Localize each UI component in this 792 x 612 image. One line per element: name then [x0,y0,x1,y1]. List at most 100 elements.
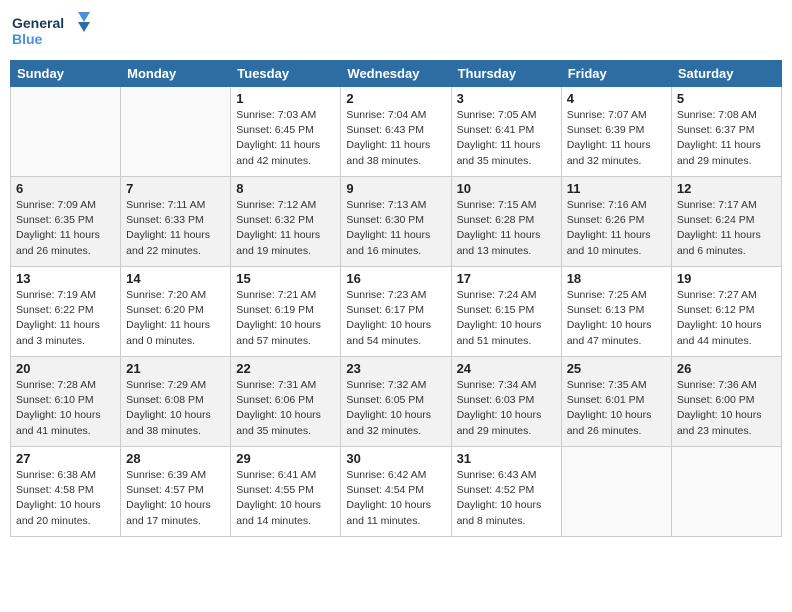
day-number: 22 [236,361,335,376]
calendar-cell: 30Sunrise: 6:42 AM Sunset: 4:54 PM Dayli… [341,447,451,537]
logo: General Blue [10,10,90,52]
day-info: Sunrise: 7:08 AM Sunset: 6:37 PM Dayligh… [677,108,776,169]
day-info: Sunrise: 6:39 AM Sunset: 4:57 PM Dayligh… [126,468,225,529]
calendar-cell: 6Sunrise: 7:09 AM Sunset: 6:35 PM Daylig… [11,177,121,267]
calendar-cell: 31 Sunrise: 6:43 AM Sunset: 4:52 PM Dayli… [451,447,561,537]
day-info: Sunrise: 7:35 AM Sunset: 6:01 PM Dayligh… [567,378,666,439]
day-number: 1 [236,91,335,106]
day-number: 16 [346,271,445,286]
day-info: Sunrise: 7:29 AM Sunset: 6:08 PM Dayligh… [126,378,225,439]
weekday-header: Wednesday [341,61,451,87]
day-info: Sunrise: 7:17 AM Sunset: 6:24 PM Dayligh… [677,198,776,259]
day-info: Sunrise: 7:04 AM Sunset: 6:43 PM Dayligh… [346,108,445,169]
day-number: 12 [677,181,776,196]
calendar-cell: 24 Sunrise: 7:34 AM Sunset: 6:03 PM Dayli… [451,357,561,447]
day-info: Sunrise: 6:38 AM Sunset: 4:58 PM Dayligh… [16,468,115,529]
weekday-header: Thursday [451,61,561,87]
calendar-cell [11,87,121,177]
day-number: 21 [126,361,225,376]
calendar-cell: 10 Sunrise: 7:15 AM Sunset: 6:28 PM Dayli… [451,177,561,267]
day-number: 13 [16,271,115,286]
calendar-cell: 2 Sunrise: 7:04 AM Sunset: 6:43 PM Daylig… [341,87,451,177]
day-number: 30 [346,451,445,466]
calendar-cell: 9 Sunrise: 7:13 AM Sunset: 6:30 PM Daylig… [341,177,451,267]
calendar-cell: 1 Sunrise: 7:03 AM Sunset: 6:45 PM Daylig… [231,87,341,177]
day-number: 26 [677,361,776,376]
day-number: 27 [16,451,115,466]
calendar-cell: 15 Sunrise: 7:21 AM Sunset: 6:19 PM Dayli… [231,267,341,357]
calendar-cell: 27 Sunrise: 6:38 AM Sunset: 4:58 PM Dayli… [11,447,121,537]
day-number: 7 [126,181,225,196]
day-info: Sunrise: 7:27 AM Sunset: 6:12 PM Dayligh… [677,288,776,349]
day-info: Sunrise: 7:05 AM Sunset: 6:41 PM Dayligh… [457,108,556,169]
calendar-cell: 20Sunrise: 7:28 AM Sunset: 6:10 PM Dayli… [11,357,121,447]
day-info: Sunrise: 7:34 AM Sunset: 6:03 PM Dayligh… [457,378,556,439]
calendar-cell: 21 Sunrise: 7:29 AM Sunset: 6:08 PM Dayli… [121,357,231,447]
day-number: 14 [126,271,225,286]
calendar-cell: 25Sunrise: 7:35 AM Sunset: 6:01 PM Dayli… [561,357,671,447]
calendar-cell [121,87,231,177]
calendar-cell: 19 Sunrise: 7:27 AM Sunset: 6:12 PM Dayli… [671,267,781,357]
day-info: Sunrise: 7:24 AM Sunset: 6:15 PM Dayligh… [457,288,556,349]
day-number: 28 [126,451,225,466]
calendar-cell: 28 Sunrise: 6:39 AM Sunset: 4:57 PM Dayli… [121,447,231,537]
day-number: 5 [677,91,776,106]
calendar-cell: 14 Sunrise: 7:20 AM Sunset: 6:20 PM Dayli… [121,267,231,357]
calendar-table: SundayMondayTuesdayWednesdayThursdayFrid… [10,60,782,537]
weekday-header: Monday [121,61,231,87]
calendar-cell: 18 Sunrise: 7:25 AM Sunset: 6:13 PM Dayli… [561,267,671,357]
day-info: Sunrise: 7:31 AM Sunset: 6:06 PM Dayligh… [236,378,335,439]
weekday-header: Tuesday [231,61,341,87]
calendar-cell: 16 Sunrise: 7:23 AM Sunset: 6:17 PM Dayli… [341,267,451,357]
calendar-cell: 3 Sunrise: 7:05 AM Sunset: 6:41 PM Daylig… [451,87,561,177]
day-info: Sunrise: 7:36 AM Sunset: 6:00 PM Dayligh… [677,378,776,439]
day-number: 24 [457,361,556,376]
calendar-cell: 22 Sunrise: 7:31 AM Sunset: 6:06 PM Dayli… [231,357,341,447]
page-header: General Blue [10,10,782,52]
calendar-cell: 11 Sunrise: 7:16 AM Sunset: 6:26 PM Dayli… [561,177,671,267]
calendar-cell: 12 Sunrise: 7:17 AM Sunset: 6:24 PM Dayli… [671,177,781,267]
calendar-cell: 26 Sunrise: 7:36 AM Sunset: 6:00 PM Dayli… [671,357,781,447]
day-info: Sunrise: 6:41 AM Sunset: 4:55 PM Dayligh… [236,468,335,529]
day-number: 2 [346,91,445,106]
calendar-cell: 4Sunrise: 7:07 AM Sunset: 6:39 PM Daylig… [561,87,671,177]
day-number: 11 [567,181,666,196]
calendar-cell: 8Sunrise: 7:12 AM Sunset: 6:32 PM Daylig… [231,177,341,267]
logo-svg: General Blue [10,10,90,52]
day-info: Sunrise: 7:07 AM Sunset: 6:39 PM Dayligh… [567,108,666,169]
day-info: Sunrise: 7:12 AM Sunset: 6:32 PM Dayligh… [236,198,335,259]
calendar-cell: 13Sunrise: 7:19 AM Sunset: 6:22 PM Dayli… [11,267,121,357]
svg-text:General: General [12,15,64,31]
day-number: 15 [236,271,335,286]
day-number: 31 [457,451,556,466]
day-number: 9 [346,181,445,196]
day-info: Sunrise: 7:13 AM Sunset: 6:30 PM Dayligh… [346,198,445,259]
svg-text:Blue: Blue [12,31,43,47]
calendar-cell: 23 Sunrise: 7:32 AM Sunset: 6:05 PM Dayli… [341,357,451,447]
day-info: Sunrise: 7:25 AM Sunset: 6:13 PM Dayligh… [567,288,666,349]
calendar-cell [671,447,781,537]
day-info: Sunrise: 7:11 AM Sunset: 6:33 PM Dayligh… [126,198,225,259]
day-number: 17 [457,271,556,286]
weekday-header: Sunday [11,61,121,87]
day-info: Sunrise: 7:15 AM Sunset: 6:28 PM Dayligh… [457,198,556,259]
day-number: 10 [457,181,556,196]
day-info: Sunrise: 7:23 AM Sunset: 6:17 PM Dayligh… [346,288,445,349]
calendar-cell: 5 Sunrise: 7:08 AM Sunset: 6:37 PM Daylig… [671,87,781,177]
calendar-cell: 17 Sunrise: 7:24 AM Sunset: 6:15 PM Dayli… [451,267,561,357]
weekday-header: Friday [561,61,671,87]
day-number: 6 [16,181,115,196]
day-info: Sunrise: 7:20 AM Sunset: 6:20 PM Dayligh… [126,288,225,349]
day-number: 23 [346,361,445,376]
day-number: 29 [236,451,335,466]
calendar-cell: 7 Sunrise: 7:11 AM Sunset: 6:33 PM Daylig… [121,177,231,267]
day-info: Sunrise: 7:16 AM Sunset: 6:26 PM Dayligh… [567,198,666,259]
day-info: Sunrise: 7:21 AM Sunset: 6:19 PM Dayligh… [236,288,335,349]
day-number: 18 [567,271,666,286]
day-info: Sunrise: 7:32 AM Sunset: 6:05 PM Dayligh… [346,378,445,439]
day-number: 3 [457,91,556,106]
calendar-cell [561,447,671,537]
day-info: Sunrise: 6:43 AM Sunset: 4:52 PM Dayligh… [457,468,556,529]
day-info: Sunrise: 7:03 AM Sunset: 6:45 PM Dayligh… [236,108,335,169]
day-number: 19 [677,271,776,286]
